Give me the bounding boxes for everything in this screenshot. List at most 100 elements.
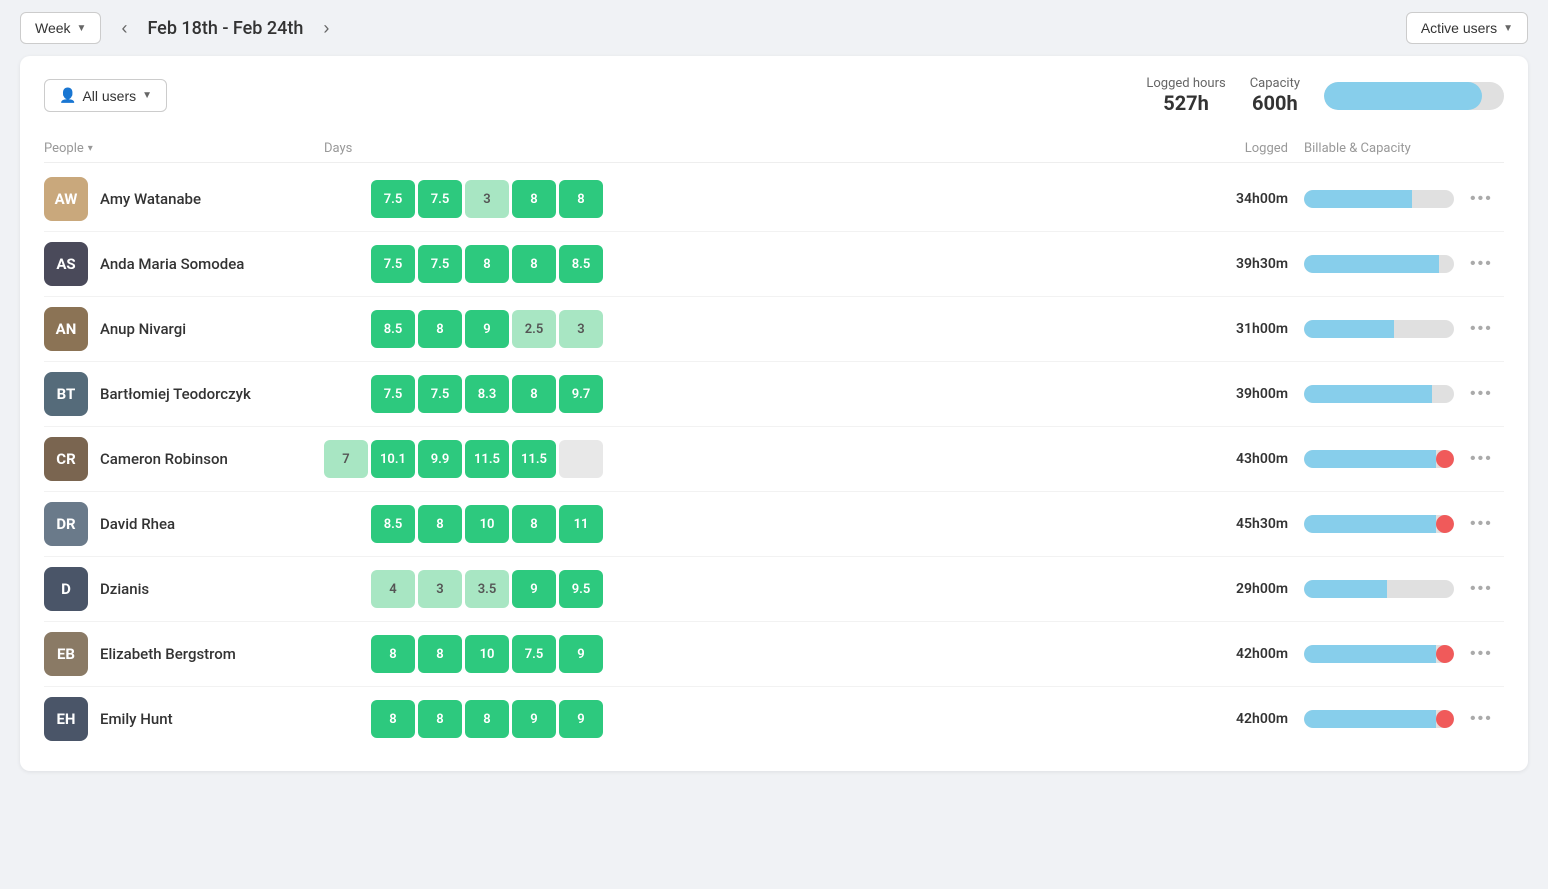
day-box-4: 9 (512, 570, 556, 608)
more-options-button[interactable]: ••• (1464, 576, 1499, 602)
capacity-bar (1324, 82, 1504, 110)
day-box-3: 10 (465, 635, 509, 673)
day-box-2: 8 (418, 310, 462, 348)
active-users-button[interactable]: Active users ▼ (1406, 12, 1528, 44)
user-name: Amy Watanabe (100, 190, 201, 208)
avatar-initials: BT (57, 385, 76, 403)
next-week-button[interactable]: › (315, 14, 337, 43)
table-row: CR Cameron Robinson 710.19.911.511.5 43h… (44, 427, 1504, 492)
bar-track (1304, 190, 1454, 208)
bar-blue (1304, 190, 1412, 208)
day-empty-6 (606, 375, 650, 413)
day-box-3: 3 (465, 180, 509, 218)
day-empty-0 (324, 180, 368, 218)
day-empty-6 (606, 245, 650, 283)
bar-blue (1304, 450, 1436, 468)
col-people-header: People ▾ (44, 141, 324, 156)
days-cell: 710.19.911.511.5 (324, 440, 1214, 478)
week-selector[interactable]: Week ▼ (20, 12, 101, 44)
day-empty-0 (324, 635, 368, 673)
bar-track (1304, 450, 1454, 468)
more-options-button[interactable]: ••• (1464, 511, 1499, 537)
logged-cell: 34h00m (1214, 191, 1304, 207)
day-empty-0 (324, 375, 368, 413)
avatar: D (44, 567, 88, 611)
more-options-button[interactable]: ••• (1464, 706, 1499, 732)
avatar: EB (44, 632, 88, 676)
bar-track (1304, 710, 1454, 728)
capacity-label: Capacity (1250, 76, 1300, 91)
bar-blue (1304, 515, 1436, 533)
people-sort[interactable]: People ▾ (44, 141, 324, 156)
top-controls: 👤 All users ▼ Logged hours 527h Capacity… (44, 76, 1504, 115)
day-box-2: 3 (418, 570, 462, 608)
avatar-initials: CR (56, 450, 75, 468)
days-cell: 8.5892.53 (324, 310, 1214, 348)
avatar-initials: AN (56, 320, 77, 338)
bar-track (1304, 645, 1454, 663)
logged-cell: 39h00m (1214, 386, 1304, 402)
user-name: Dzianis (100, 580, 149, 598)
avatar: AN (44, 307, 88, 351)
day-box-2: 8 (418, 635, 462, 673)
day-empty-6 (606, 635, 650, 673)
day-box-4: 7.5 (512, 635, 556, 673)
person-icon: 👤 (59, 87, 76, 104)
more-options-button[interactable]: ••• (1464, 446, 1499, 472)
day-empty-6 (606, 700, 650, 738)
day-empty-6 (606, 570, 650, 608)
day-box-5: 11 (559, 505, 603, 543)
person-cell: CR Cameron Robinson (44, 437, 324, 481)
logged-summary: Logged hours 527h (1146, 76, 1225, 115)
table-row: AS Anda Maria Somodea 7.57.5888.5 39h30m… (44, 232, 1504, 297)
bar-track (1304, 580, 1454, 598)
day-box-1: 10.1 (371, 440, 415, 478)
days-cell: 7.57.5388 (324, 180, 1214, 218)
day-box-4: 8 (512, 180, 556, 218)
avatar: DR (44, 502, 88, 546)
billable-cell: ••• (1304, 186, 1504, 212)
more-options-button[interactable]: ••• (1464, 316, 1499, 342)
day-box-5: 9 (559, 700, 603, 738)
all-users-button[interactable]: 👤 All users ▼ (44, 79, 167, 112)
day-box-0: 7 (324, 440, 368, 478)
overflow-dot (1436, 515, 1454, 533)
more-options-button[interactable]: ••• (1464, 381, 1499, 407)
day-box-3: 8 (465, 700, 509, 738)
overflow-dot (1436, 450, 1454, 468)
more-options-button[interactable]: ••• (1464, 251, 1499, 277)
overflow-dot (1436, 645, 1454, 663)
billable-cell: ••• (1304, 251, 1504, 277)
all-users-label: All users (82, 88, 136, 104)
day-box-1: 7.5 (371, 375, 415, 413)
bar-blue (1304, 385, 1432, 403)
capacity-bar-fill (1324, 82, 1482, 110)
day-box-2: 8 (418, 700, 462, 738)
day-empty-0 (324, 700, 368, 738)
person-cell: EB Elizabeth Bergstrom (44, 632, 324, 676)
table-row: AW Amy Watanabe 7.57.5388 34h00m ••• (44, 167, 1504, 232)
person-cell: AN Anup Nivargi (44, 307, 324, 351)
day-box-4: 9 (512, 700, 556, 738)
bar-track (1304, 385, 1454, 403)
day-box-2: 7.5 (418, 180, 462, 218)
day-box-3: 10 (465, 505, 509, 543)
avatar: AS (44, 242, 88, 286)
day-box-3: 3.5 (465, 570, 509, 608)
more-options-button[interactable]: ••• (1464, 186, 1499, 212)
more-options-button[interactable]: ••• (1464, 641, 1499, 667)
day-box-1: 8 (371, 635, 415, 673)
logged-cell: 31h00m (1214, 321, 1304, 337)
day-box-1: 8.5 (371, 310, 415, 348)
prev-week-button[interactable]: ‹ (113, 14, 135, 43)
logged-cell: 43h00m (1214, 451, 1304, 467)
col-days-header: Days (324, 141, 1214, 156)
day-box-5: 9.5 (559, 570, 603, 608)
day-box-3: 8.3 (465, 375, 509, 413)
bar-blue (1304, 645, 1436, 663)
person-cell: AS Anda Maria Somodea (44, 242, 324, 286)
user-name: Anda Maria Somodea (100, 255, 244, 273)
bar-blue (1304, 320, 1394, 338)
day-empty-0 (324, 245, 368, 283)
day-box-4: 8 (512, 245, 556, 283)
